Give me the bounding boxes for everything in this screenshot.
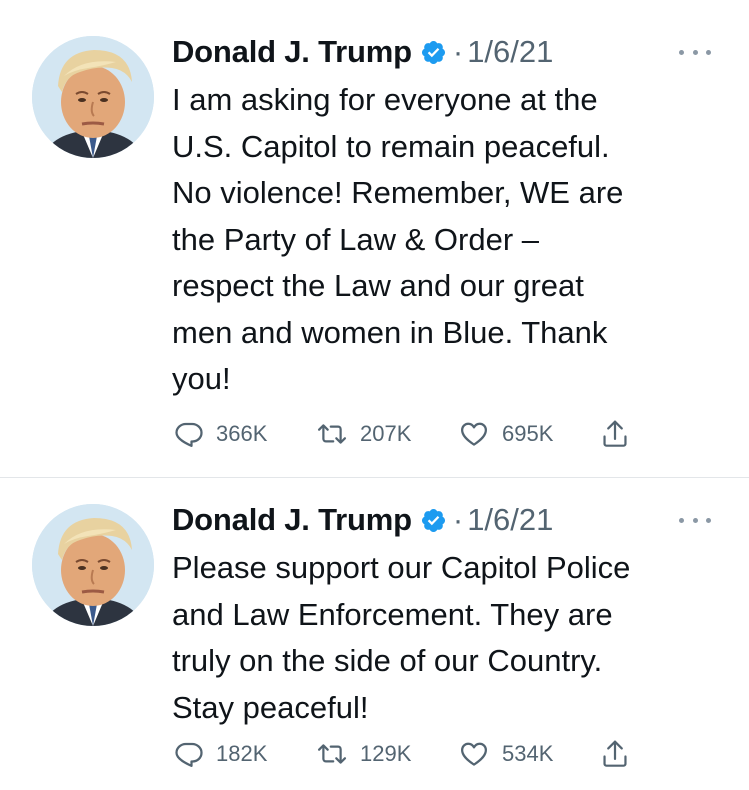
tweet[interactable]: Donald J. Trump · 1/6/21 Please support … xyxy=(0,478,749,790)
tweet-text-line: you! xyxy=(172,361,231,396)
retweet-count: 207K xyxy=(360,421,412,446)
tweet-actions: 182K 129K 534K xyxy=(174,736,640,772)
tweet-header: Donald J. Trump · 1/6/21 xyxy=(172,500,729,540)
reply-button[interactable]: 182K xyxy=(174,736,316,772)
author-avatar[interactable] xyxy=(32,504,154,626)
retweet-icon xyxy=(317,744,347,764)
verified-badge-icon xyxy=(420,39,447,66)
reply-icon xyxy=(175,742,203,767)
share-button[interactable] xyxy=(600,736,640,772)
avatar-portrait-image xyxy=(32,36,154,158)
tweet-text-line: No violence! Remember, WE are xyxy=(172,175,624,210)
author-avatar[interactable] xyxy=(32,36,154,158)
reply-count: 182K xyxy=(216,741,268,766)
retweet-icon xyxy=(317,424,347,444)
share-button[interactable] xyxy=(600,416,640,452)
tweet-actions: 366K 207K 695K xyxy=(174,416,640,452)
tweet-text-line: truly on the side of our Country. xyxy=(172,643,603,678)
tweet-header: Donald J. Trump · 1/6/21 xyxy=(172,32,729,72)
tweet-text-line: Stay peaceful! xyxy=(172,689,369,725)
tweet-text: Please support our Capitol Police and La… xyxy=(172,545,732,731)
author-name[interactable]: Donald J. Trump xyxy=(172,34,412,70)
heart-icon xyxy=(461,742,487,766)
tweet-text-line: the Party of Law & Order – xyxy=(172,221,540,257)
tweet-text-line: men and women in Blue. Thank xyxy=(172,314,608,350)
more-horizontal-icon[interactable] xyxy=(679,506,711,534)
header-separator: · xyxy=(452,502,464,537)
like-button[interactable]: 695K xyxy=(458,416,600,452)
like-button[interactable]: 534K xyxy=(458,736,600,772)
author-name[interactable]: Donald J. Trump xyxy=(172,502,412,538)
tweet-date[interactable]: 1/6/21 xyxy=(467,34,553,70)
share-icon xyxy=(603,420,627,447)
reply-button[interactable]: 366K xyxy=(174,416,316,452)
tweet-text-line: respect the Law and our great xyxy=(172,268,584,303)
retweet-button[interactable]: 129K xyxy=(316,736,458,772)
header-separator: · xyxy=(452,34,464,69)
avatar-portrait-image xyxy=(32,504,154,626)
tweet-text-line: U.S. Capitol to remain peaceful. xyxy=(172,128,610,164)
like-count: 695K xyxy=(502,421,554,446)
tweet-text-line: Please support our Capitol Police xyxy=(172,550,631,585)
reply-icon xyxy=(175,422,203,447)
verified-badge-icon xyxy=(420,507,447,534)
tweet[interactable]: Donald J. Trump · 1/6/21 I am asking for… xyxy=(0,0,749,478)
tweet-date[interactable]: 1/6/21 xyxy=(467,502,553,538)
tweet-text: I am asking for everyone at the U.S. Cap… xyxy=(172,77,732,403)
reply-count: 366K xyxy=(216,421,268,446)
tweet-text-line: and Law Enforcement. They are xyxy=(172,596,613,632)
retweet-count: 129K xyxy=(360,741,412,766)
heart-icon xyxy=(461,422,487,446)
retweet-button[interactable]: 207K xyxy=(316,416,458,452)
more-horizontal-icon[interactable] xyxy=(679,38,711,66)
like-count: 534K xyxy=(502,741,554,766)
tweet-text-line: I am asking for everyone at the xyxy=(172,82,598,117)
share-icon xyxy=(603,740,627,767)
